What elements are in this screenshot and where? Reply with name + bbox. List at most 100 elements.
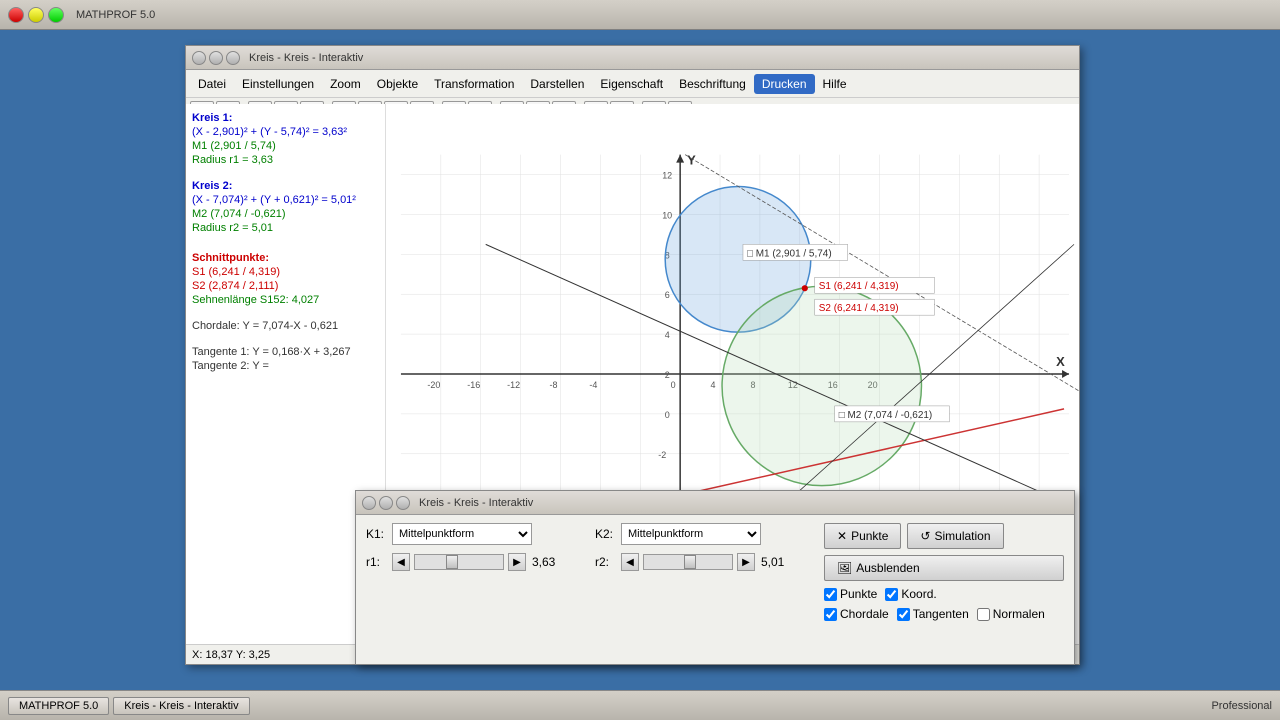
punkte-checkbox[interactable] xyxy=(824,588,837,601)
r1-slider-track[interactable] xyxy=(414,554,504,570)
svg-text:4: 4 xyxy=(711,380,716,390)
checkbox-row-2: Chordale Tangenten Normalen xyxy=(824,607,1064,621)
app-titlebar: MATHPROF 5.0 xyxy=(0,0,1280,30)
tangenten-checkbox-label: Tangenten xyxy=(913,607,969,621)
r2-row: r2: ◀ ▶ 5,01 xyxy=(595,553,814,571)
ctrl-min-btn[interactable] xyxy=(379,496,393,510)
r1-slider-left[interactable]: ◀ xyxy=(392,553,410,571)
s2-val: S2 (2,874 / 2,111) xyxy=(192,280,379,292)
btn-row-1: ✕ Punkte ↺ Simulation xyxy=(824,523,1064,549)
ausblenden-button[interactable]: 🖼 Ausblenden xyxy=(824,555,1064,581)
simulation-btn-label: Simulation xyxy=(934,529,990,543)
k2-group: K2: Mittelpunktform r2: ◀ ▶ 5,01 xyxy=(595,523,814,621)
app-max-btn[interactable] xyxy=(48,7,64,23)
r2-slider-track[interactable] xyxy=(643,554,733,570)
menu-eigenschaft[interactable]: Eigenschaft xyxy=(592,74,671,94)
menu-hilfe[interactable]: Hilfe xyxy=(815,74,855,94)
r2-value: 5,01 xyxy=(761,555,796,569)
k1-select[interactable]: Mittelpunktform xyxy=(392,523,532,545)
controls-title: Kreis - Kreis - Interaktiv xyxy=(419,497,533,509)
simulation-icon: ↺ xyxy=(920,529,930,543)
tangente1-val: Tangente 1: Y = 0,168·X + 3,267 xyxy=(192,346,379,358)
ctrl-close-btn[interactable] xyxy=(362,496,376,510)
r2-slider-container: ◀ ▶ xyxy=(621,553,755,571)
r1-label: r1: xyxy=(366,555,386,569)
menu-datei[interactable]: Datei xyxy=(190,74,234,94)
normalen-checkbox-label: Normalen xyxy=(993,607,1045,621)
taskbar: MATHPROF 5.0 Kreis - Kreis - Interaktiv … xyxy=(0,690,1280,720)
punkte-icon: ✕ xyxy=(837,529,847,543)
kreis2-m: M2 (7,074 / -0,621) xyxy=(192,208,379,220)
kreis2-eq: (X - 7,074)² + (Y + 0,621)² = 5,01² xyxy=(192,194,379,206)
svg-text:2: 2 xyxy=(665,370,670,380)
checkbox-row-1: Punkte Koord. xyxy=(824,587,1064,601)
r2-slider-left[interactable]: ◀ xyxy=(621,553,639,571)
chordale-val: Chordale: Y = 7,074-X - 0,621 xyxy=(192,320,379,332)
r1-value: 3,63 xyxy=(532,555,567,569)
r1-slider-right[interactable]: ▶ xyxy=(508,553,526,571)
k1-label: K1: xyxy=(366,527,386,541)
menu-objekte[interactable]: Objekte xyxy=(369,74,426,94)
chordale-checkbox[interactable] xyxy=(824,608,837,621)
main-window-title: Kreis - Kreis - Interaktiv xyxy=(249,52,363,64)
svg-text:0: 0 xyxy=(671,380,676,390)
menu-drucken[interactable]: Drucken xyxy=(754,74,815,94)
kreis1-m: M1 (2,901 / 5,74) xyxy=(192,140,379,152)
s1-val: S1 (6,241 / 4,319) xyxy=(192,266,379,278)
taskbar-app[interactable]: MATHPROF 5.0 xyxy=(8,697,109,715)
punkte-checkbox-item: Punkte xyxy=(824,587,877,601)
normalen-checkbox[interactable] xyxy=(977,608,990,621)
sehnlaenge-val: Sehnenlänge S152: 4,027 xyxy=(192,294,379,306)
koord-checkbox-item: Koord. xyxy=(885,587,936,601)
k2-select[interactable]: Mittelpunktform xyxy=(621,523,761,545)
btn-row-2: 🖼 Ausblenden xyxy=(824,555,1064,581)
chordale-checkbox-item: Chordale xyxy=(824,607,889,621)
min-btn[interactable] xyxy=(209,51,223,65)
r2-slider-right[interactable]: ▶ xyxy=(737,553,755,571)
app-min-btn[interactable] xyxy=(28,7,44,23)
menubar: Datei Einstellungen Zoom Objekte Transfo… xyxy=(186,70,1079,98)
main-window-titlebar: Kreis - Kreis - Interaktiv xyxy=(186,46,1079,70)
coords-display: X: 18,37 Y: 3,25 xyxy=(192,649,270,661)
s1-label-text: S1 (6,241 / 4,319) xyxy=(819,281,899,292)
controls-titlebar: Kreis - Kreis - Interaktiv xyxy=(356,491,1074,515)
r1-row: r1: ◀ ▶ 3,63 xyxy=(366,553,585,571)
ctrl-max-btn[interactable] xyxy=(396,496,410,510)
svg-text:-16: -16 xyxy=(467,380,480,390)
k2-label: K2: xyxy=(595,527,615,541)
menu-einstellungen[interactable]: Einstellungen xyxy=(234,74,322,94)
taskbar-window[interactable]: Kreis - Kreis - Interaktiv xyxy=(113,697,249,715)
r1-slider-thumb[interactable] xyxy=(446,555,458,569)
svg-text:4: 4 xyxy=(665,330,670,340)
svg-text:10: 10 xyxy=(662,210,672,220)
koord-checkbox-label: Koord. xyxy=(901,587,936,601)
tangenten-checkbox-item: Tangenten xyxy=(897,607,969,621)
menu-transformation[interactable]: Transformation xyxy=(426,74,522,94)
app-close-btn[interactable] xyxy=(8,7,24,23)
m2-label-text: □ M2 (7,074 / -0,621) xyxy=(839,410,933,421)
r2-slider-thumb[interactable] xyxy=(684,555,696,569)
ctrl-right: ✕ Punkte ↺ Simulation 🖼 Ausblenden Punkt… xyxy=(824,523,1064,621)
tangenten-checkbox[interactable] xyxy=(897,608,910,621)
tangente2-val: Tangente 2: Y = xyxy=(192,360,379,372)
punkte-button[interactable]: ✕ Punkte xyxy=(824,523,901,549)
y-axis-label: Y xyxy=(687,153,696,168)
max-btn[interactable] xyxy=(226,51,240,65)
svg-text:0: 0 xyxy=(665,410,670,420)
menu-beschriftung[interactable]: Beschriftung xyxy=(671,74,754,94)
svg-text:12: 12 xyxy=(662,171,672,181)
circle-2 xyxy=(722,286,921,485)
close-btn[interactable] xyxy=(192,51,206,65)
punkte-btn-label: Punkte xyxy=(851,529,888,543)
koord-checkbox[interactable] xyxy=(885,588,898,601)
svg-text:-12: -12 xyxy=(507,380,520,390)
simulation-button[interactable]: ↺ Simulation xyxy=(907,523,1003,549)
kreis2-r: Radius r2 = 5,01 xyxy=(192,222,379,234)
s2-label-text: S2 (6,241 / 4,319) xyxy=(819,303,899,314)
kreis1-r: Radius r1 = 3,63 xyxy=(192,154,379,166)
r1-slider-container: ◀ ▶ xyxy=(392,553,526,571)
app-title: MATHPROF 5.0 xyxy=(76,9,155,21)
intersection-s2 xyxy=(802,285,808,291)
menu-zoom[interactable]: Zoom xyxy=(322,74,369,94)
menu-darstellen[interactable]: Darstellen xyxy=(522,74,592,94)
